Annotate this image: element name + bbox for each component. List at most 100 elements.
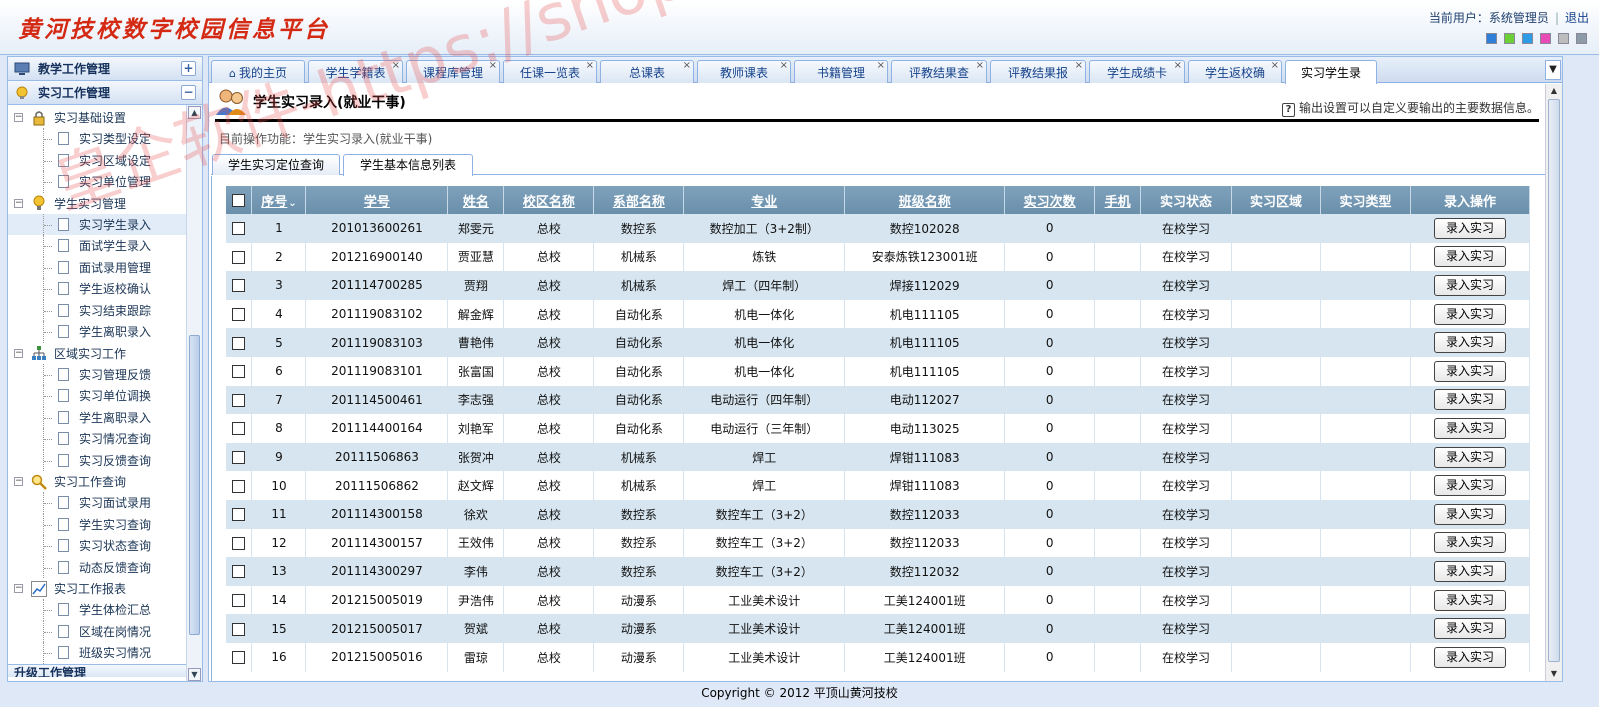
tree-item[interactable]: 面试学生录入 [8,235,202,257]
tree-item[interactable]: 实习状态查询 [8,535,202,557]
tree-item[interactable]: 学生返校确认 [8,278,202,300]
tree-item[interactable]: 实习单位管理 [8,171,202,193]
enter-internship-button[interactable]: 录入实习 [1433,532,1506,554]
tab[interactable]: 评教结果查 × [891,60,987,83]
row-select-cell[interactable] [226,271,253,300]
row-checkbox[interactable] [232,308,246,322]
row-select-cell[interactable] [226,585,253,615]
enter-internship-button[interactable]: 录入实习 [1433,217,1506,239]
table-row[interactable]: 11 201114300158 徐欢 总校 数控系 数控车工（3+2） 数控112033 0 在… [226,499,1531,529]
row-select-cell[interactable] [226,328,253,357]
col-header-campus[interactable]: 校区名称 [503,186,595,214]
tree-item[interactable]: 面试录用管理 [8,256,202,278]
tree-item[interactable]: 学生离职录入 [8,321,202,343]
tree-item[interactable]: 实习结束跟踪 [8,299,202,321]
row-select-cell[interactable] [226,499,253,529]
enter-internship-button[interactable]: 录入实习 [1433,360,1506,382]
tab[interactable]: 课程库管理 × [406,60,500,83]
close-icon[interactable]: × [976,54,984,78]
panel-upgrade-management[interactable]: 升级工作管理 [8,663,202,677]
enter-internship-button[interactable]: 录入实习 [1433,417,1506,439]
tab-list-chevron-icon[interactable]: ▼ [1545,60,1561,80]
row-checkbox[interactable] [232,536,246,550]
row-select-cell[interactable] [226,385,253,415]
tab-student-info-list[interactable]: 学生基本信息列表 [343,154,473,176]
theme-swatch[interactable] [1558,33,1569,44]
close-icon[interactable]: × [1271,54,1279,78]
panel-internship-management[interactable]: 实习工作管理 − [8,81,202,105]
table-row[interactable]: 4 201119083102 解金辉 总校 自动化系 机电一体化 机电111105 0 在校学习… [226,299,1531,329]
col-header-major[interactable]: 专业 [683,186,846,214]
expand-button[interactable]: + [181,61,196,76]
table-row[interactable]: 16 201215005016 雷琼 总校 动漫系 工业美术设计 工美124001班 0 在校学… [226,642,1531,672]
sidebar-scrollbar[interactable]: ▲ ▼ [186,105,202,681]
tree-group[interactable]: − 实习基础设置 [8,107,202,128]
row-select-cell[interactable] [226,214,253,243]
tab-location-query[interactable]: 学生实习定位查询 [212,154,340,175]
tree-item[interactable]: 学生体检汇总 [8,599,202,621]
tree-item[interactable]: 实习类型设定 [8,128,202,150]
scroll-down-arrow[interactable]: ▼ [1548,668,1560,680]
tree-item[interactable]: 实习情况查询 [8,428,202,450]
row-checkbox[interactable] [232,479,246,493]
theme-swatch[interactable] [1486,33,1497,44]
panel-teaching-management[interactable]: 教学工作管理 + [8,57,202,81]
theme-swatch[interactable] [1576,33,1587,44]
scroll-up-arrow[interactable]: ▲ [188,106,201,119]
collapse-toggle-icon[interactable]: − [14,584,23,593]
table-row[interactable]: 7 201114500461 李志强 总校 自动化系 电动运行（四年制） 电动112027 0… [226,385,1531,415]
close-icon[interactable]: × [683,54,691,78]
col-header-phone[interactable]: 手机 [1094,186,1142,214]
tree-group[interactable]: − 学生实习管理 [8,193,202,214]
tab[interactable]: 评教结果报 × [990,60,1086,83]
collapse-toggle-icon[interactable]: − [14,477,23,486]
enter-internship-button[interactable]: 录入实习 [1433,246,1506,268]
tree-item[interactable]: 实习区域设定 [8,149,202,171]
table-row[interactable]: 3 201114700285 贾翔 总校 机械系 焊工（四年制） 焊接112029 0 在校学习… [226,271,1531,300]
enter-internship-button[interactable]: 录入实习 [1433,503,1506,525]
row-checkbox[interactable] [232,250,246,264]
tree-item[interactable]: 实习反馈查询 [8,449,202,471]
theme-swatch[interactable] [1504,33,1515,44]
col-header-student-id[interactable]: 学号 [305,186,449,214]
enter-internship-button[interactable]: 录入实习 [1433,389,1506,411]
tree-item[interactable]: 学生实习查询 [8,513,202,535]
tree-item[interactable]: 实习学生录入 [8,213,202,235]
close-icon[interactable]: × [392,54,400,78]
col-header-department[interactable]: 系部名称 [593,186,685,214]
table-row[interactable]: 12 201114300157 王效伟 总校 数控系 数控车工（3+2） 数控112033 0… [226,528,1531,558]
scroll-thumb[interactable] [189,335,200,635]
row-checkbox[interactable] [232,622,246,636]
scroll-up-arrow[interactable]: ▲ [1548,85,1560,97]
tree-item[interactable]: 实习面试录用 [8,492,202,514]
enter-internship-button[interactable]: 录入实习 [1433,646,1506,668]
row-checkbox[interactable] [232,365,246,379]
collapse-toggle-icon[interactable]: − [14,113,23,122]
row-select-cell[interactable] [226,414,253,443]
table-row[interactable]: 10 20111506862 赵文辉 总校 机械系 焊工 焊钳111083 0 在校学习 录入实习 [226,471,1531,500]
row-checkbox[interactable] [232,508,246,522]
row-checkbox[interactable] [232,651,246,665]
row-select-cell[interactable] [226,242,253,272]
theme-swatch[interactable] [1522,33,1533,44]
table-row[interactable]: 14 201215005019 尹浩伟 总校 动漫系 工业美术设计 工美124001班 0 在校… [226,585,1531,615]
close-icon[interactable]: × [1174,54,1182,78]
row-checkbox[interactable] [232,393,246,407]
row-select-cell[interactable] [226,614,253,643]
tab[interactable]: 学生成绩卡 × [1089,60,1185,83]
enter-internship-button[interactable]: 录入实习 [1433,303,1506,325]
row-select-cell[interactable] [226,356,253,386]
tab[interactable]: 总课表 × [600,60,694,83]
select-all-header[interactable] [226,186,253,214]
tree-item[interactable]: 班级实习情况 [8,642,202,664]
table-row[interactable]: 9 20111506863 张贺冲 总校 机械系 焊工 焊钳111083 0 在校学习 录入实习 [226,442,1531,472]
tab[interactable]: 实习学生录 [1285,60,1377,84]
close-icon[interactable]: × [877,54,885,78]
tree-item[interactable]: 实习管理反馈 [8,363,202,385]
tree-group[interactable]: − 实习工作查询 [8,471,202,492]
col-header-class[interactable]: 班级名称 [844,186,1006,214]
tree-item[interactable]: 动态反馈查询 [8,556,202,578]
col-header-name[interactable]: 姓名 [447,186,505,214]
row-checkbox[interactable] [232,279,246,293]
theme-swatch[interactable] [1540,33,1551,44]
